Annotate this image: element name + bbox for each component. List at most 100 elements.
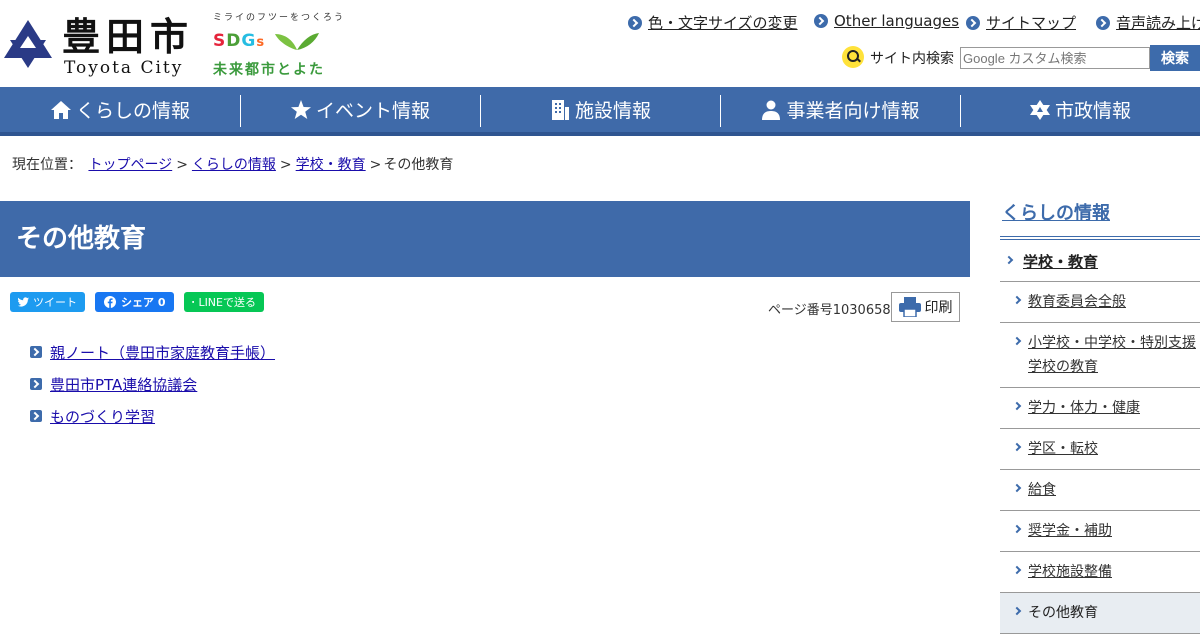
gnav-item-business[interactable]: 事業者向け情報 xyxy=(720,87,960,132)
breadcrumb-link-living[interactable]: くらしの情報 xyxy=(192,157,276,173)
sidenav-item-parent[interactable]: 学校・教育 xyxy=(1000,242,1200,282)
utility-link-text[interactable]: Other languages xyxy=(834,12,959,30)
sidenav-item-label[interactable]: 給食 xyxy=(1028,482,1056,498)
content-link[interactable]: ものづくり学習 xyxy=(50,406,155,427)
sdgs-tagline: ミライのフツーをつくろう xyxy=(213,13,346,23)
line-share-button[interactable]: LINEで送る xyxy=(184,292,264,312)
list-item: 豊田市PTA連絡協議会 xyxy=(30,368,275,400)
sdgs-letter: D xyxy=(226,31,242,51)
sidenav-item[interactable]: 学区・転校 xyxy=(1000,429,1200,470)
sidenav-item-label: その他教育 xyxy=(1028,605,1098,621)
printer-icon xyxy=(898,297,921,317)
chevron-right-icon xyxy=(966,15,980,30)
sdgs-letter: S xyxy=(213,31,227,51)
search-label: サイト内検索 xyxy=(870,51,954,67)
chevron-right-icon xyxy=(1012,401,1022,411)
star-icon xyxy=(290,99,311,119)
sidenav-item-label[interactable]: 奨学金・補助 xyxy=(1028,523,1112,539)
sidenav-title: くらしの情報 xyxy=(1002,201,1110,237)
search-button[interactable]: 検索 xyxy=(1150,45,1200,71)
utility-link-readaloud[interactable]: 音声読み上げ xyxy=(1096,12,1200,33)
content-link-list: 親ノート（豊田市家庭教育手帳） 豊田市PTA連絡協議会 ものづくり学習 xyxy=(30,336,275,432)
tweet-label: ツイート xyxy=(33,296,77,309)
facebook-icon xyxy=(104,296,116,308)
chevron-right-icon xyxy=(1012,606,1022,616)
sidenav-list: 学校・教育 教育委員会全般 小学校・中学校・特別支援学校の教育 学力・体力・健康… xyxy=(1000,242,1200,634)
sidenav-item[interactable]: 学校施設整備 xyxy=(1000,552,1200,593)
city-emblem-icon xyxy=(1029,99,1050,120)
list-item: 親ノート（豊田市家庭教育手帳） xyxy=(30,336,275,368)
utility-link-languages[interactable]: Other languages xyxy=(814,12,959,30)
sdgs-letter: s xyxy=(256,35,266,50)
building-icon xyxy=(551,99,569,120)
side-nav: くらしの情報 学校・教育 教育委員会全般 小学校・中学校・特別支援学校の教育 学… xyxy=(1000,201,1200,634)
house-icon xyxy=(50,100,71,119)
chevron-right-icon xyxy=(1012,442,1022,452)
utility-link-sitemap[interactable]: サイトマップ xyxy=(966,12,1076,33)
global-nav: くらしの情報 イベント情報 施設情報 事業者向け情報 市政情報 xyxy=(0,87,1200,136)
facebook-label: シェア 0 xyxy=(121,296,166,309)
sidenav-item-label[interactable]: 学校・教育 xyxy=(1023,253,1098,271)
sidenav-item-label[interactable]: 学校施設整備 xyxy=(1028,564,1112,580)
breadcrumb-link-top[interactable]: トップページ xyxy=(88,157,172,173)
sidenav-item-label[interactable]: 学区・転校 xyxy=(1028,441,1098,457)
sidenav-item[interactable]: 教育委員会全般 xyxy=(1000,282,1200,323)
sidenav-title-link[interactable]: くらしの情報 xyxy=(1002,203,1110,224)
line-label: LINEで送る xyxy=(198,296,256,309)
gnav-item-living[interactable]: くらしの情報 xyxy=(0,87,240,132)
gnav-item-citygov[interactable]: 市政情報 xyxy=(960,87,1200,132)
search-input[interactable] xyxy=(960,47,1150,69)
utility-links: 色・文字サイズの変更 Other languages サイトマップ 音声読み上げ xyxy=(620,12,1200,36)
line-icon xyxy=(192,300,195,304)
sdgs-subtitle: 未来都市とよた xyxy=(213,62,325,78)
content-link[interactable]: 親ノート（豊田市家庭教育手帳） xyxy=(50,342,275,363)
utility-link-text[interactable]: 色・文字サイズの変更 xyxy=(648,12,798,33)
breadcrumb-separator: > xyxy=(176,157,188,173)
tweet-button[interactable]: ツイート xyxy=(10,292,85,312)
sidenav-item-current: その他教育 xyxy=(1000,593,1200,634)
utility-link-text[interactable]: サイトマップ xyxy=(986,12,1076,33)
content-link[interactable]: 豊田市PTA連絡協議会 xyxy=(50,374,197,395)
breadcrumb-current: その他教育 xyxy=(383,157,454,173)
share-buttons: ツイート シェア 0 LINEで送る xyxy=(10,292,264,312)
list-item: ものづくり学習 xyxy=(30,400,275,432)
chevron-right-icon xyxy=(1012,565,1022,575)
chevron-right-icon xyxy=(814,14,828,28)
print-label: 印刷 xyxy=(924,299,953,315)
breadcrumb-link-school[interactable]: 学校・教育 xyxy=(296,157,366,173)
chevron-right-icon xyxy=(30,378,42,390)
sidenav-item[interactable]: 給食 xyxy=(1000,470,1200,511)
sidenav-item-label[interactable]: 学力・体力・健康 xyxy=(1028,400,1140,416)
sidenav-item[interactable]: 奨学金・補助 xyxy=(1000,511,1200,552)
sidenav-item-label[interactable]: 小学校・中学校・特別支援学校の教育 xyxy=(1028,335,1196,375)
gnav-item-label: イベント情報 xyxy=(315,100,430,122)
gnav-item-facilities[interactable]: 施設情報 xyxy=(480,87,720,132)
breadcrumb: 現在位置： トップページ > くらしの情報 > 学校・教育 > その他教育 xyxy=(12,154,453,174)
chevron-right-icon xyxy=(30,410,42,422)
breadcrumb-label: 現在位置： xyxy=(12,157,82,173)
sdgs-letter: G xyxy=(241,31,257,51)
toyota-city-logo[interactable]: 豊田市 Toyota City xyxy=(0,14,200,78)
site-search: サイト内検索 検索 xyxy=(842,45,1200,71)
chevron-right-icon xyxy=(628,15,642,30)
gnav-item-label: 事業者向け情報 xyxy=(786,100,920,122)
city-emblem-icon xyxy=(4,20,52,68)
gnav-item-label: 施設情報 xyxy=(574,100,651,122)
gnav-item-events[interactable]: イベント情報 xyxy=(240,87,480,132)
sdgs-wordmark: SDGs xyxy=(213,30,265,54)
logo-kanji: 豊田市 xyxy=(62,14,195,59)
utility-link-text[interactable]: 音声読み上げ xyxy=(1116,12,1200,33)
facebook-share-button[interactable]: シェア 0 xyxy=(95,292,174,312)
site-header: 豊田市 Toyota City ミライのフツーをつくろう SDGs 未来都市とよ… xyxy=(0,0,1200,87)
chevron-right-icon xyxy=(1012,295,1022,305)
print-button[interactable]: 印刷 xyxy=(891,292,960,322)
sidenav-item-label[interactable]: 教育委員会全般 xyxy=(1028,294,1126,310)
utility-link-display[interactable]: 色・文字サイズの変更 xyxy=(628,12,798,33)
person-icon xyxy=(762,100,781,120)
page-number: ページ番号1030658 xyxy=(768,303,891,318)
chevron-right-icon xyxy=(30,346,42,358)
sidenav-item[interactable]: 学力・体力・健康 xyxy=(1000,388,1200,429)
sidenav-item[interactable]: 小学校・中学校・特別支援学校の教育 xyxy=(1000,323,1200,388)
leaf-icon xyxy=(275,33,319,50)
bird-icon xyxy=(18,297,29,307)
